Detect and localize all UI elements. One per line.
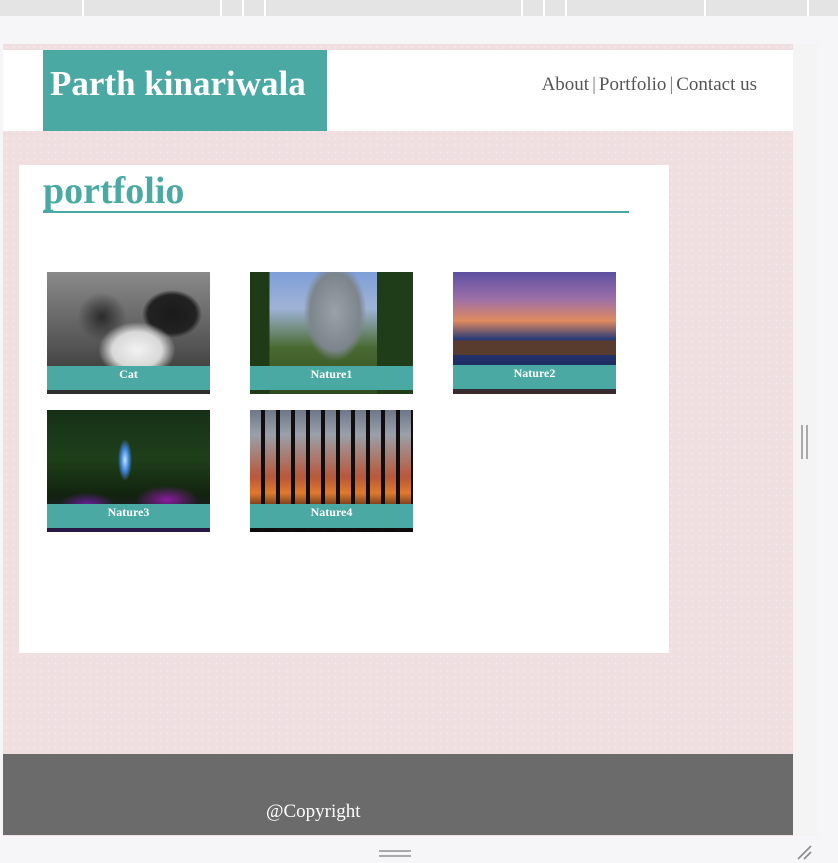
gallery-caption: Nature1: [250, 366, 413, 390]
toolbar-divider: [521, 0, 523, 16]
toolbar-divider: [543, 0, 545, 16]
devtools-toolbar: [0, 0, 838, 16]
gallery-item-nature3[interactable]: Nature3: [47, 410, 210, 532]
portfolio-panel: portfolio Cat Nature1 Nature2 Nature3 Na…: [19, 165, 669, 653]
gallery-caption: Nature3: [47, 504, 210, 528]
toolbar-divider: [264, 0, 266, 16]
resize-corner-icon[interactable]: [796, 844, 812, 860]
main-nav: About | Portfolio | Contact us: [542, 74, 757, 96]
toolbar-divider: [242, 0, 244, 16]
nav-link-contact[interactable]: Contact us: [676, 74, 757, 95]
toolbar-divider: [220, 0, 222, 16]
page-viewport: Parth kinariwala About | Portfolio | Contact…: [3, 44, 793, 836]
gallery-caption: Nature2: [453, 365, 616, 389]
gallery-item-nature4[interactable]: Nature4: [250, 410, 413, 532]
nav-separator: |: [592, 74, 596, 95]
site-footer: @Copyright: [3, 754, 793, 835]
toolbar-divider: [565, 0, 567, 16]
nav-link-about[interactable]: About: [542, 74, 590, 95]
gallery-item-nature2[interactable]: Nature2: [453, 272, 616, 394]
gallery-caption: Cat: [47, 366, 210, 390]
gallery-item-nature1[interactable]: Nature1: [250, 272, 413, 394]
vertical-resize-handle[interactable]: [801, 425, 808, 459]
site-header: Parth kinariwala About | Portfolio | Contact…: [3, 50, 793, 131]
brand-title[interactable]: Parth kinariwala: [43, 50, 327, 131]
title-underline: [43, 211, 629, 213]
toolbar-divider: [807, 0, 809, 16]
nav-link-portfolio[interactable]: Portfolio: [599, 74, 667, 95]
page-title: portfolio: [43, 170, 185, 212]
gallery-caption: Nature4: [250, 504, 413, 528]
copyright-text: @Copyright: [266, 801, 361, 822]
horizontal-resize-handle[interactable]: [379, 850, 411, 857]
toolbar-divider: [704, 0, 706, 16]
nav-separator: |: [669, 74, 674, 95]
gallery-item-cat[interactable]: Cat: [47, 272, 210, 394]
toolbar-divider: [82, 0, 84, 16]
